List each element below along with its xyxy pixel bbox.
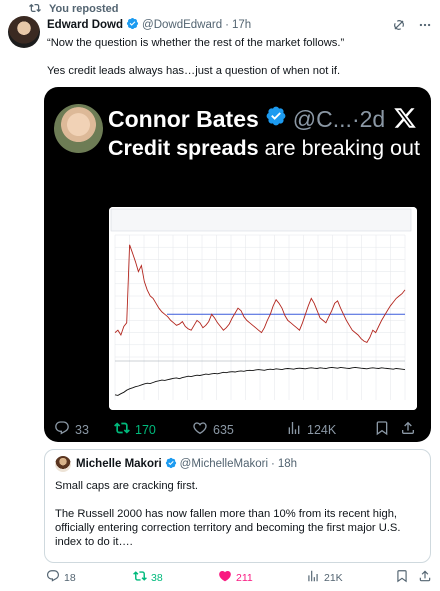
share-button[interactable] (418, 569, 432, 586)
embedded-views-count: 124K (307, 422, 337, 437)
views-icon (306, 569, 320, 586)
repost-icon (29, 2, 41, 17)
chart-background (109, 207, 417, 410)
embedded-reply-count: 33 (75, 422, 89, 437)
quoted-post[interactable]: Michelle Makori @MichelleMakori · 18h Sm… (44, 449, 431, 563)
repost-button[interactable]: 38 (133, 569, 163, 586)
heart-icon (192, 420, 208, 439)
embedded-like-stat: 635 (192, 420, 234, 439)
tweet-text-line-1: “Now the question is whether the rest of… (47, 37, 345, 49)
embedded-repost-count: 170 (135, 422, 156, 437)
embedded-avatar (54, 104, 103, 153)
heart-icon (218, 569, 232, 586)
views-count: 21K (324, 571, 343, 584)
reply-count: 18 (64, 571, 76, 584)
embedded-time: 2d (359, 105, 386, 132)
like-count: 211 (236, 571, 253, 584)
chart-svg (109, 207, 417, 410)
quoted-time[interactable]: 18h (278, 458, 297, 470)
repost-icon (114, 420, 130, 439)
credit-spread-chart (109, 207, 417, 410)
quoted-avatar[interactable] (55, 456, 71, 472)
bookmark-icon (374, 420, 390, 439)
embedded-views-stat: 124K (286, 420, 336, 439)
verified-badge-icon (123, 17, 142, 33)
embedded-reply-stat: 33 (54, 420, 89, 439)
share-icon (418, 569, 432, 586)
avatar[interactable] (8, 16, 40, 48)
quoted-post-text: Small caps are cracking first. The Russe… (55, 479, 420, 549)
embedded-verified-badge-icon (259, 105, 287, 133)
quoted-post-header: Michelle Makori @MichelleMakori · 18h (55, 456, 297, 472)
embedded-bookmark (374, 420, 390, 439)
repost-label: You reposted (49, 3, 119, 15)
embedded-handle: @C... (292, 105, 352, 132)
author-handle[interactable]: @DowdEdward (142, 19, 222, 31)
embedded-text-rest: are breaking out (258, 136, 420, 160)
bookmark-button[interactable] (395, 569, 409, 586)
like-button[interactable]: 211 (218, 569, 253, 586)
tweet-text: “Now the question is whether the rest of… (47, 36, 430, 78)
repost-count: 38 (151, 571, 163, 584)
quoted-text-line-2: The Russell 2000 has now fallen more tha… (55, 508, 401, 548)
author-name[interactable]: Edward Dowd (47, 19, 123, 31)
embedded-stats-bar: 33 170 635 124K (44, 420, 431, 440)
grok-icon[interactable] (392, 18, 406, 32)
chart-grid (114, 234, 406, 400)
separator-dot: · (225, 19, 229, 31)
bookmark-icon (395, 569, 409, 586)
embedded-separator: · (351, 105, 360, 132)
quoted-text-line-1: Small caps are cracking first. (55, 480, 198, 492)
x-logo-icon (393, 106, 417, 130)
repost-icon (133, 569, 147, 586)
reply-button[interactable]: 18 (46, 569, 76, 586)
views-button[interactable]: 21K (306, 569, 343, 586)
quoted-author-name[interactable]: Michelle Makori (76, 458, 162, 470)
embedded-post-image[interactable]: Connor Bates @C... · 2d Credit spreads a… (44, 87, 431, 442)
quoted-handle[interactable]: @MichelleMakori (180, 458, 268, 470)
timestamp[interactable]: 17h (232, 19, 251, 31)
embedded-author-name: Connor Bates (108, 105, 259, 132)
embedded-like-count: 635 (213, 422, 234, 437)
chart-info-panel (110, 208, 412, 232)
share-icon (400, 420, 416, 439)
views-icon (286, 420, 302, 439)
embedded-repost-stat: 170 (114, 420, 156, 439)
more-icon[interactable] (418, 18, 432, 32)
repost-banner: You reposted (29, 2, 118, 16)
tweet-text-line-2: Yes credit leads always has…just a quest… (47, 65, 341, 77)
embedded-post-text: Credit spreads are breaking out (108, 135, 423, 162)
embedded-text-bold: Credit spreads (108, 136, 259, 160)
quoted-separator: · (271, 458, 275, 470)
embedded-header: Connor Bates @C... · 2d (108, 104, 385, 134)
quoted-verified-badge-icon (162, 457, 180, 472)
action-bar: 18 38 211 21K (0, 569, 440, 589)
reply-icon (54, 420, 70, 439)
embedded-share (400, 420, 416, 439)
tweet-header: Edward Dowd @DowdEdward · 17h (47, 17, 432, 33)
reply-icon (46, 569, 60, 586)
